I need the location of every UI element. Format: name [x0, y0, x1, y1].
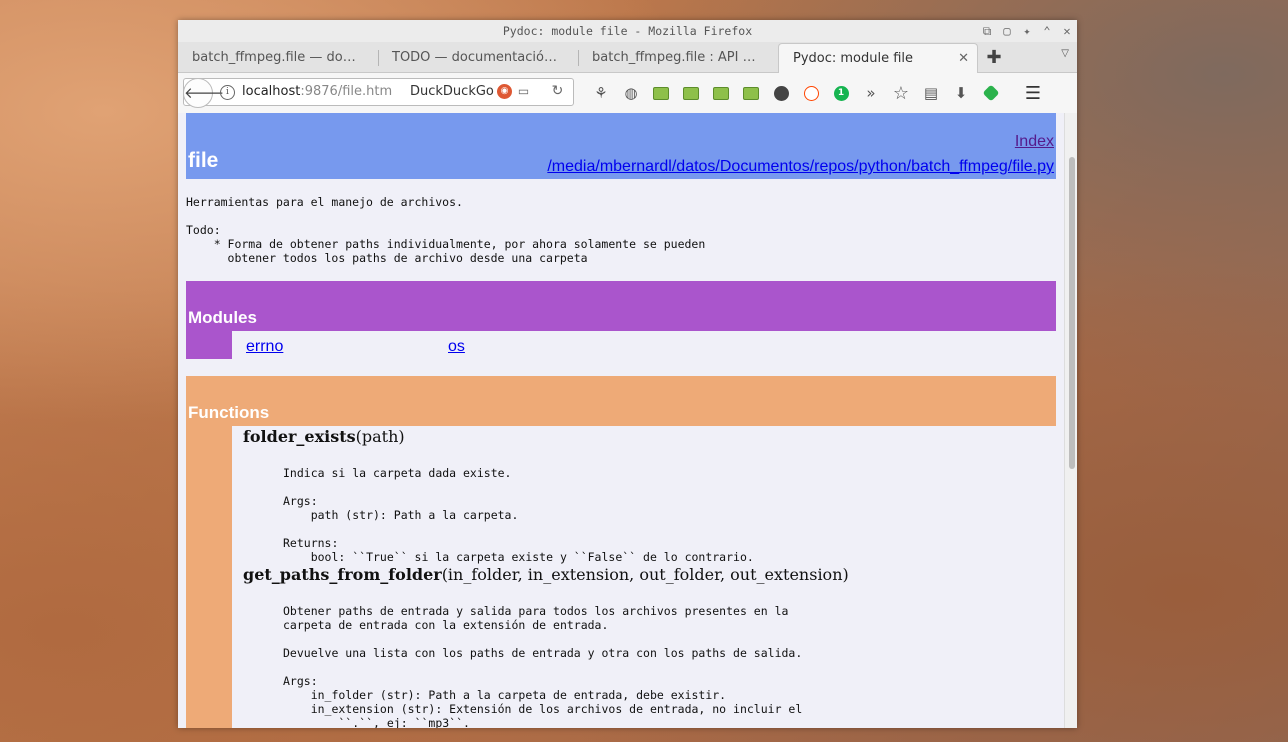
- new-tab-button[interactable]: ✚: [978, 44, 1010, 72]
- tab-label: Pydoc: module file: [793, 51, 914, 66]
- scrollbar-thumb[interactable]: [1069, 157, 1075, 469]
- browser-window: Pydoc: module file - Mozilla Firefox ⧉ ▢…: [178, 20, 1077, 728]
- close-tab-icon[interactable]: ✕: [958, 44, 969, 73]
- bookmark-star-icon[interactable]: ☆: [886, 73, 916, 113]
- module-link-os[interactable]: os: [448, 338, 465, 356]
- tab-label: batch_ffmpeg.file — do…: [192, 50, 356, 65]
- globe-icon[interactable]: ◍: [616, 73, 646, 113]
- notification-badge-icon[interactable]: 1: [826, 73, 856, 113]
- overflow-chevron-icon[interactable]: »: [856, 73, 886, 113]
- tab-label: TODO — documentació…: [392, 50, 557, 65]
- functions-section-header: Functions: [186, 376, 1056, 426]
- modules-indent-bar: [186, 331, 232, 359]
- section-title: Functions: [188, 403, 270, 422]
- url-input[interactable]: localhost:9876/file.html: [242, 79, 392, 105]
- back-button[interactable]: 🡐: [183, 78, 224, 108]
- file-path-link[interactable]: /media/mbernardl/datos/Documentos/repos/…: [547, 158, 1054, 176]
- bookmark-folder-icon[interactable]: [646, 73, 676, 113]
- navigation-toolbar: 🡐 i localhost:9876/file.html DuckDuckGo …: [178, 73, 1077, 114]
- module-docstring: Herramientas para el manejo de archivos.…: [186, 195, 706, 265]
- functions-indent-bar: [186, 426, 232, 728]
- function-args: (in_folder, in_extension, out_folder, ou…: [441, 565, 849, 584]
- maximize-icon[interactable]: ▢: [1001, 20, 1013, 42]
- reader-view-icon[interactable]: ▭: [516, 84, 531, 99]
- reading-list-icon[interactable]: ▤: [916, 73, 946, 113]
- search-engine-label[interactable]: DuckDuckGo: [410, 79, 494, 105]
- hamburger-menu-icon[interactable]: ☰: [1018, 73, 1048, 113]
- reload-icon[interactable]: ↻: [550, 84, 565, 99]
- window-title: Pydoc: module file - Mozilla Firefox: [502, 24, 753, 38]
- url-path: :9876/file.html: [300, 84, 392, 99]
- function-docstring: Indica si la carpeta dada existe. Args: …: [283, 466, 754, 564]
- bookmark-folder-icon[interactable]: [736, 73, 766, 113]
- github-icon[interactable]: [766, 73, 796, 113]
- module-link-errno[interactable]: errno: [246, 338, 283, 356]
- tab-label: batch_ffmpeg.file : API …: [592, 50, 756, 65]
- bookmark-folder-icon[interactable]: [676, 73, 706, 113]
- url-bar[interactable]: 🡐 i localhost:9876/file.html DuckDuckGo …: [183, 78, 574, 108]
- tab-todo-docs[interactable]: TODO — documentació…: [378, 44, 578, 72]
- section-title: Modules: [188, 308, 257, 327]
- index-link[interactable]: Index: [1015, 133, 1054, 151]
- duckduckgo-icon[interactable]: ◉: [497, 84, 512, 99]
- module-heading: file Index /media/mbernardl/datos/Docume…: [186, 113, 1056, 179]
- function-name: folder_exists: [243, 427, 356, 446]
- tab-strip: batch_ffmpeg.file — do… TODO — documenta…: [178, 42, 1077, 73]
- page-title: file: [188, 149, 219, 172]
- site-info-icon[interactable]: i: [220, 85, 235, 100]
- function-docstring: Obtener paths de entrada y salida para t…: [283, 604, 803, 728]
- url-host: localhost: [242, 84, 301, 99]
- page-scrollbar[interactable]: [1064, 113, 1077, 728]
- modules-section-header: Modules: [186, 281, 1056, 331]
- function-signature: get_paths_from_folder(in_folder, in_exte…: [243, 565, 849, 584]
- window-titlebar[interactable]: Pydoc: module file - Mozilla Firefox ⧉ ▢…: [178, 20, 1077, 42]
- tab-pydoc-module-file[interactable]: Pydoc: module file ✕: [778, 43, 978, 73]
- shade-icon[interactable]: ⌃: [1041, 20, 1053, 42]
- bookmark-folder-icon[interactable]: [706, 73, 736, 113]
- tab-batch-ffmpeg-api[interactable]: batch_ffmpeg.file : API …: [578, 44, 778, 72]
- page-content[interactable]: file Index /media/mbernardl/datos/Docume…: [178, 113, 1077, 728]
- tab-batch-ffmpeg-docs[interactable]: batch_ffmpeg.file — do…: [178, 44, 378, 72]
- close-window-icon[interactable]: ✕: [1061, 20, 1073, 42]
- function-name: get_paths_from_folder: [243, 565, 442, 584]
- pin-icon[interactable]: ✦: [1021, 20, 1033, 42]
- restore-icon[interactable]: ⧉: [981, 20, 993, 42]
- toolbar-extensions: ⚘ ◍ 1 » ☆ ▤ ⬇ ☰: [586, 73, 1048, 113]
- window-controls: ⧉ ▢ ✦ ⌃ ✕: [981, 20, 1073, 42]
- feedly-icon[interactable]: [976, 73, 1006, 113]
- function-args: (path): [355, 427, 405, 446]
- download-icon[interactable]: ⬇: [946, 73, 976, 113]
- extension-monkey-icon[interactable]: ⚘: [586, 73, 616, 113]
- function-signature: folder_exists(path): [243, 427, 405, 446]
- tab-list-chevron-icon[interactable]: ▽: [1061, 48, 1069, 59]
- reddit-icon[interactable]: [796, 73, 826, 113]
